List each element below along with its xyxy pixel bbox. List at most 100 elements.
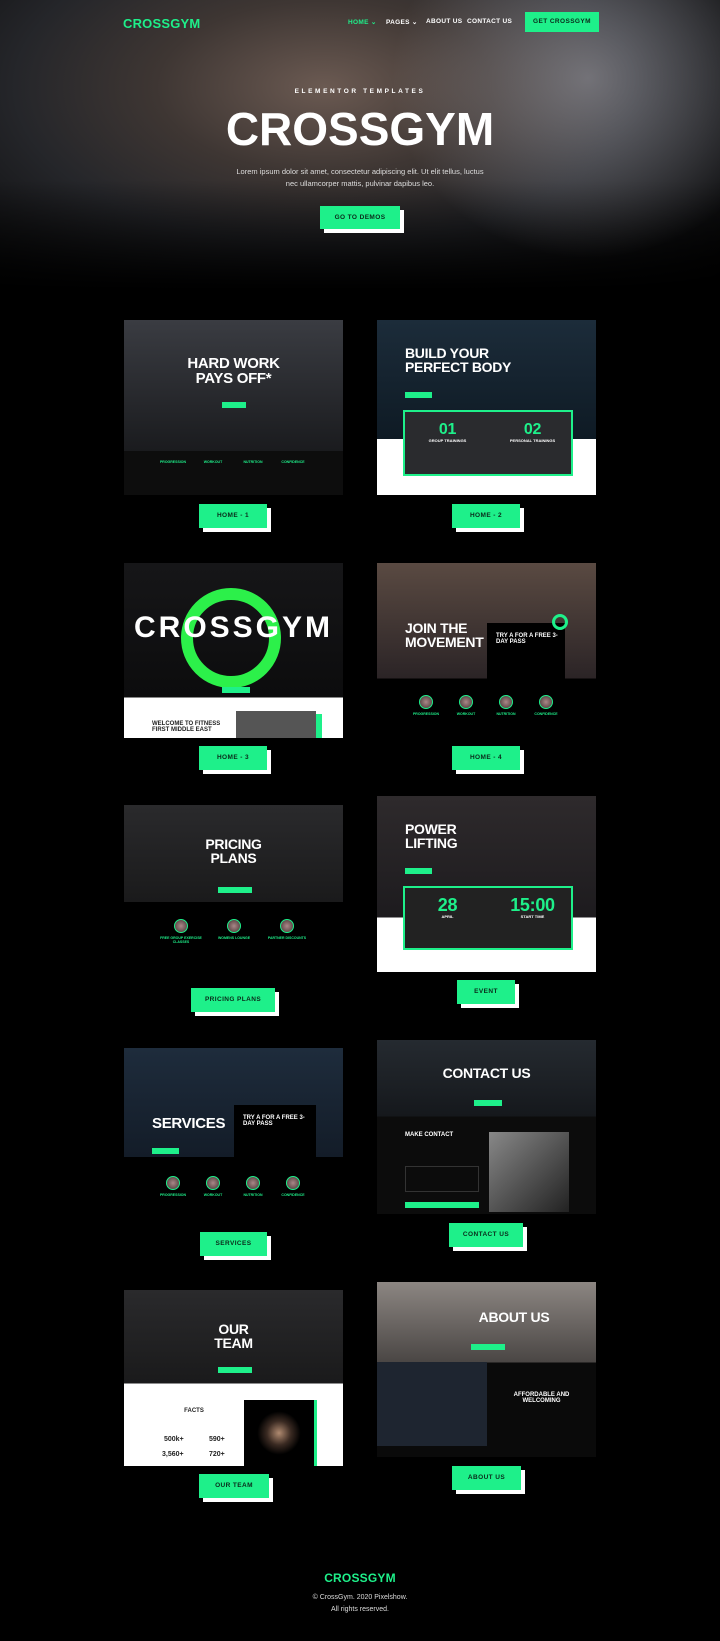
preview-button bbox=[218, 887, 252, 893]
demo-preview-contact-us[interactable]: CONTACT US MAKE CONTACT bbox=[377, 1040, 596, 1214]
preview-box: 02 PERSONAL TRAININGS bbox=[509, 421, 556, 444]
preview-headline-line: PERFECT BODY bbox=[405, 359, 512, 375]
demo-preview-services[interactable]: SERVICES TRY A FOR A FREE 3- DAY PASS PRO… bbox=[124, 1048, 343, 1218]
preview-headline: SERVICES bbox=[152, 1115, 226, 1132]
preview-button bbox=[222, 687, 250, 693]
preview-headline: ABOUT US bbox=[478, 1309, 550, 1325]
preview-feature: WORKOUT bbox=[444, 695, 488, 716]
preview-box: 01 GROUP TRAININGS bbox=[428, 421, 467, 444]
our-team-button[interactable]: OUR TEAM bbox=[199, 1474, 269, 1498]
preview-feature: CONFIDENCE bbox=[524, 695, 568, 716]
preview-pass-box: TRY A FOR A FREE 3- DAY PASS bbox=[234, 1105, 316, 1163]
preview-feature: NUTRITION bbox=[243, 460, 263, 464]
copyright-text: © CrossGym. 2020 Pixelshow. bbox=[312, 1594, 408, 1601]
go-to-demos-button[interactable]: GO TO DEMOS bbox=[320, 206, 400, 229]
preview-feature: FREE GROUP EXERCISE CLASSES bbox=[156, 919, 206, 944]
demo-preview-home-4[interactable]: JOIN THE MOVEMENT TRY A FOR A FREE 3- DAY … bbox=[377, 563, 596, 738]
hero-eyebrow: ELEMENTOR TEMPLATES bbox=[294, 88, 426, 95]
preview-form-title: MAKE CONTACT bbox=[405, 1132, 454, 1138]
rights-text: All rights reserved. bbox=[331, 1606, 389, 1613]
demo-preview-home-1[interactable]: HARD WORK PAYS OFF* PROGRESSION WORKOUT N… bbox=[124, 320, 343, 495]
preview-headline-line: HARD WORK bbox=[187, 355, 280, 372]
demo-preview-home-3[interactable]: CROSSGYM WELCOME TO FITNESS FIRST MIDDLE … bbox=[124, 563, 343, 738]
preview-fact: 590+ bbox=[209, 1436, 225, 1443]
preview-box: 15:00 START TIME bbox=[510, 895, 555, 919]
preview-image bbox=[377, 1362, 487, 1446]
preview-feature: WORKOUT bbox=[203, 460, 223, 464]
get-crossgym-button[interactable]: GET CROSSGYM bbox=[525, 12, 599, 32]
demo-preview-event[interactable]: POWER LIFTING 28 APRIL 15:00 START TIME bbox=[377, 796, 596, 972]
preview-form bbox=[405, 1166, 479, 1192]
home-2-button[interactable]: HOME - 2 bbox=[452, 504, 520, 528]
preview-fact: 3,560+ bbox=[162, 1451, 184, 1458]
preview-feature: NUTRITION bbox=[231, 1176, 275, 1197]
header-logo[interactable]: CROSSGYM bbox=[123, 16, 200, 31]
demo-preview-home-2[interactable]: BUILD YOUR PERFECT BODY 01 GROUP TRAININGS… bbox=[377, 320, 596, 495]
nav-pages[interactable]: PAGES ⌄ bbox=[386, 18, 418, 26]
demo-preview-pricing-plans[interactable]: PRICING PLANS FREE GROUP EXERCISE CLASSES… bbox=[124, 805, 343, 985]
footer-copyright: © CrossGym. 2020 Pixelshow. All rights re… bbox=[0, 1592, 720, 1616]
preview-submit bbox=[405, 1202, 479, 1208]
hero-text-line: nec ullamcorper mattis, pulvinar dapibus… bbox=[285, 179, 435, 188]
preview-button bbox=[152, 1148, 179, 1154]
preview-headline: BUILD YOUR PERFECT BODY bbox=[405, 346, 511, 374]
nav-home-label: HOME bbox=[348, 19, 369, 26]
preview-button bbox=[474, 1100, 502, 1106]
preview-button bbox=[471, 1344, 505, 1350]
preview-boxes: 28 APRIL 15:00 START TIME bbox=[403, 886, 573, 950]
nav-pages-label: PAGES bbox=[386, 19, 410, 26]
preview-boxes: 01 GROUP TRAININGS 02 PERSONAL TRAININGS bbox=[403, 410, 573, 476]
preview-feature: CONFIDENCE bbox=[281, 460, 305, 464]
nav-about-us[interactable]: ABOUT US bbox=[426, 18, 462, 25]
preview-headline: OUR TEAM bbox=[214, 1321, 253, 1351]
home-4-button[interactable]: HOME - 4 bbox=[452, 746, 520, 770]
preview-headline: POWER LIFTING bbox=[405, 821, 458, 851]
preview-pass-box: TRY A FOR A FREE 3- DAY PASS bbox=[487, 623, 565, 679]
preview-headline: JOIN THE MOVEMENT bbox=[405, 620, 484, 650]
preview-image bbox=[236, 711, 316, 738]
preview-button bbox=[218, 1367, 252, 1373]
pricing-plans-button[interactable]: PRICING PLANS bbox=[191, 988, 275, 1012]
preview-image bbox=[244, 1400, 314, 1466]
services-button[interactable]: SERVICES bbox=[200, 1232, 267, 1256]
preview-button bbox=[405, 868, 432, 874]
preview-box: 28 APRIL bbox=[437, 895, 458, 919]
preview-headline: PRICING PLANS bbox=[205, 836, 262, 866]
preview-fact: 720+ bbox=[209, 1451, 225, 1458]
preview-headline: CROSSGYM bbox=[133, 611, 334, 644]
preview-feature: PROGRESSION bbox=[159, 460, 187, 464]
hero-text-line: Lorem ipsum dolor sit amet, consectetur … bbox=[236, 167, 484, 176]
hero-text: Lorem ipsum dolor sit amet, consectetur … bbox=[0, 166, 720, 190]
preview-feature: PROGRESSION bbox=[404, 695, 448, 716]
preview-feature: PROGRESSION bbox=[151, 1176, 195, 1197]
preview-headline-line: BUILD YOUR bbox=[405, 345, 489, 361]
chevron-down-icon: ⌄ bbox=[370, 19, 377, 26]
preview-feature: WORKOUT bbox=[191, 1176, 235, 1197]
preview-feature: WOMENS LOUNGE bbox=[209, 919, 259, 940]
demo-preview-about-us[interactable]: ABOUT US AFFORDABLE AND WELCOMING bbox=[377, 1282, 596, 1457]
hero-title: CROSSGYM bbox=[225, 103, 495, 155]
preview-headline-line: PAYS OFF* bbox=[195, 370, 272, 387]
preview-welcome: WELCOME TO FITNESS FIRST MIDDLE EAST bbox=[152, 721, 221, 733]
preview-button bbox=[222, 402, 246, 408]
preview-ring bbox=[552, 614, 568, 630]
home-1-button[interactable]: HOME - 1 bbox=[199, 504, 267, 528]
nav-contact-us[interactable]: CONTACT US bbox=[467, 18, 512, 25]
preview-feature: NUTRITION bbox=[484, 695, 528, 716]
preview-headline: CONTACT US bbox=[442, 1065, 531, 1081]
preview-button bbox=[405, 392, 432, 398]
preview-image bbox=[489, 1132, 569, 1212]
home-3-button[interactable]: HOME - 3 bbox=[199, 746, 267, 770]
preview-feature: PARTNER DISCOUNTS bbox=[262, 919, 312, 940]
footer-logo[interactable]: CROSSGYM bbox=[0, 1571, 720, 1585]
chevron-down-icon: ⌄ bbox=[411, 19, 418, 26]
about-us-button[interactable]: ABOUT US bbox=[452, 1466, 521, 1490]
contact-us-button[interactable]: CONTACT US bbox=[449, 1223, 523, 1247]
preview-facts-title: FACTS bbox=[184, 1408, 204, 1414]
preview-fact: 500k+ bbox=[164, 1436, 184, 1443]
event-button[interactable]: EVENT bbox=[457, 980, 515, 1004]
demo-preview-our-team[interactable]: OUR TEAM FACTS 500k+ 590+ 3,560+ 720+ bbox=[124, 1290, 343, 1466]
nav-home[interactable]: HOME ⌄ bbox=[348, 18, 377, 26]
preview-headline: HARD WORK PAYS OFF* bbox=[124, 356, 343, 386]
preview-feature: CONFIDENCE bbox=[271, 1176, 315, 1197]
